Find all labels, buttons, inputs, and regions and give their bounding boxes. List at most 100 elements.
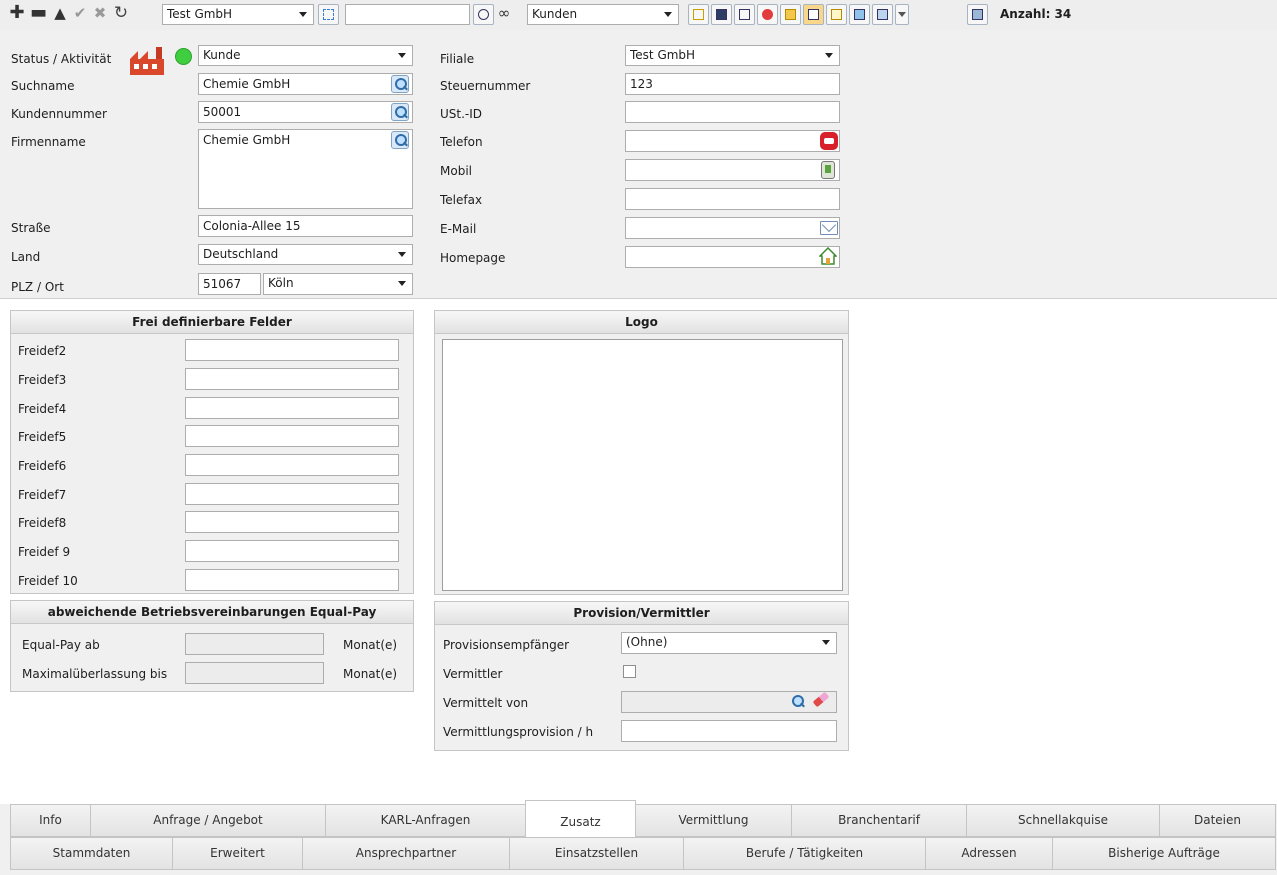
freidef4-input[interactable] — [185, 397, 399, 419]
filiale-select-value: Test GmbH — [630, 48, 696, 62]
tab-vermittlung[interactable]: Vermittlung — [635, 804, 792, 837]
module-select-value: Kunden — [532, 7, 578, 21]
freidef7-input[interactable] — [185, 483, 399, 505]
chevron-down-icon — [825, 53, 833, 58]
search-icon[interactable] — [391, 75, 409, 93]
logo-image-area[interactable] — [442, 339, 843, 591]
search-number-button[interactable] — [473, 4, 494, 25]
freidef10-input[interactable] — [185, 569, 399, 591]
land-label: Land — [11, 250, 41, 264]
freidef6-input[interactable] — [185, 454, 399, 476]
tab-einsatzstellen[interactable]: Einsatzstellen — [509, 837, 684, 870]
land-select[interactable]: Deutschland — [198, 244, 413, 265]
kundennummer-input-value: 50001 — [203, 105, 242, 119]
cancel-icon[interactable]: ✖ — [92, 5, 108, 21]
mail-button[interactable] — [734, 4, 755, 25]
mobile-phone-icon[interactable] — [821, 161, 835, 179]
land-select-value: Deutschland — [203, 247, 279, 261]
kundennummer-input[interactable]: 50001 — [198, 101, 413, 123]
tab-dateien[interactable]: Dateien — [1159, 804, 1276, 837]
provisionsempfaenger-select[interactable]: (Ohne) — [621, 632, 837, 654]
tab-bisherige-auftraege[interactable]: Bisherige Aufträge — [1052, 837, 1276, 870]
steuernummer-input[interactable]: 123 — [625, 73, 840, 95]
status-select[interactable]: Kunde — [198, 45, 413, 66]
save-button[interactable] — [711, 4, 732, 25]
tab-anfrage-angebot[interactable]: Anfrage / Angebot — [90, 804, 326, 837]
freidef5-input[interactable] — [185, 425, 399, 447]
mobil-input[interactable] — [625, 159, 840, 181]
ustid-input[interactable] — [625, 101, 840, 123]
phone-icon[interactable] — [820, 132, 838, 150]
search-icon[interactable] — [391, 103, 409, 121]
search-input[interactable] — [345, 4, 470, 25]
telefon-label: Telefon — [440, 135, 483, 149]
homepage-input[interactable] — [625, 246, 840, 268]
freidef6-label: Freidef6 — [18, 459, 67, 473]
tab-karl-anfragen[interactable]: KARL-Anfragen — [325, 804, 526, 837]
freidef4-label: Freidef4 — [18, 402, 67, 416]
copy-button[interactable] — [780, 4, 801, 25]
module-select[interactable]: Kunden — [527, 4, 679, 25]
telefax-input[interactable] — [625, 188, 840, 210]
status-label: Status / Aktivität — [11, 52, 112, 66]
tab-adressen[interactable]: Adressen — [925, 837, 1053, 870]
chevron-down-icon — [299, 12, 307, 17]
ort-select-value: Köln — [268, 276, 294, 290]
equalpay-ab-input[interactable] — [185, 633, 324, 655]
strasse-input[interactable]: Colonia-Allee 15 — [198, 215, 413, 237]
filiale-label: Filiale — [440, 52, 475, 66]
vermittlungsprovision-input[interactable] — [621, 720, 837, 742]
tab-berufe-taetigkeiten[interactable]: Berufe / Tätigkeiten — [683, 837, 926, 870]
maximalueberlassung-input[interactable] — [185, 662, 324, 684]
freidef7-label: Freidef7 — [18, 488, 67, 502]
company-select[interactable]: Test GmbH — [162, 4, 314, 25]
up-arrow-icon[interactable]: ▲ — [52, 5, 68, 21]
edit-button[interactable] — [688, 4, 709, 25]
tab-ansprechpartner[interactable]: Ansprechpartner — [302, 837, 510, 870]
equalpay-ab-label: Equal-Pay ab — [22, 638, 100, 652]
chevron-down-icon — [398, 53, 406, 58]
freidef8-input[interactable] — [185, 511, 399, 533]
search-icon[interactable] — [391, 131, 409, 149]
email-input[interactable] — [625, 217, 840, 239]
search-icon[interactable] — [789, 693, 807, 711]
freidef2-input[interactable] — [185, 339, 399, 361]
report-button[interactable] — [849, 4, 870, 25]
freidef3-input[interactable] — [185, 368, 399, 390]
firmenname-textarea[interactable]: Chemie GmbH — [198, 129, 413, 209]
refresh-icon[interactable]: ↻ — [113, 5, 129, 22]
home-icon[interactable] — [819, 247, 837, 265]
mail-icon[interactable] — [820, 217, 838, 235]
suchname-input[interactable]: Chemie GmbH — [198, 73, 413, 95]
tab-info[interactable]: Info — [10, 804, 91, 837]
print-button[interactable] — [967, 4, 988, 25]
equalpay-ab-unit: Monat(e) — [343, 638, 398, 652]
shield-button[interactable] — [757, 4, 778, 25]
note-button[interactable] — [803, 4, 824, 25]
dropdown-button[interactable] — [895, 4, 909, 25]
tab-stammdaten[interactable]: Stammdaten — [10, 837, 173, 870]
tab-zusatz[interactable]: Zusatz — [525, 800, 636, 837]
binoculars-icon[interactable]: ∞ — [496, 5, 512, 21]
logo-panel-title: Logo — [435, 311, 848, 334]
tab-schnellakquise[interactable]: Schnellakquise — [966, 804, 1160, 837]
select-area-button[interactable] — [318, 4, 339, 25]
freidef9-input[interactable] — [185, 540, 399, 562]
add-icon[interactable]: ✚ — [9, 4, 25, 22]
tab-erweitert[interactable]: Erweitert — [172, 837, 303, 870]
logo-panel: Logo — [434, 310, 849, 595]
document-button[interactable] — [826, 4, 847, 25]
vermittler-checkbox[interactable] — [623, 665, 636, 678]
suchname-label: Suchname — [11, 79, 75, 93]
ort-select[interactable]: Köln — [263, 273, 413, 295]
check-icon[interactable]: ✔ — [72, 5, 88, 21]
vermittlungsprovision-label: Vermittlungsprovision / h — [443, 725, 594, 739]
toolbar: ✚ ▬ ▲ ✔ ✖ ↻ Test GmbH ∞ Kunden Anzahl: 3… — [0, 0, 1277, 30]
tab-bar-top: Info Anfrage / Angebot KARL-Anfragen Zus… — [10, 800, 1276, 837]
print-preview-button[interactable] — [872, 4, 893, 25]
telefon-input[interactable] — [625, 130, 840, 152]
remove-icon[interactable]: ▬ — [30, 4, 47, 22]
plz-input[interactable]: 51067 — [198, 273, 261, 295]
filiale-select[interactable]: Test GmbH — [625, 45, 840, 66]
tab-branchentarif[interactable]: Branchentarif — [791, 804, 967, 837]
